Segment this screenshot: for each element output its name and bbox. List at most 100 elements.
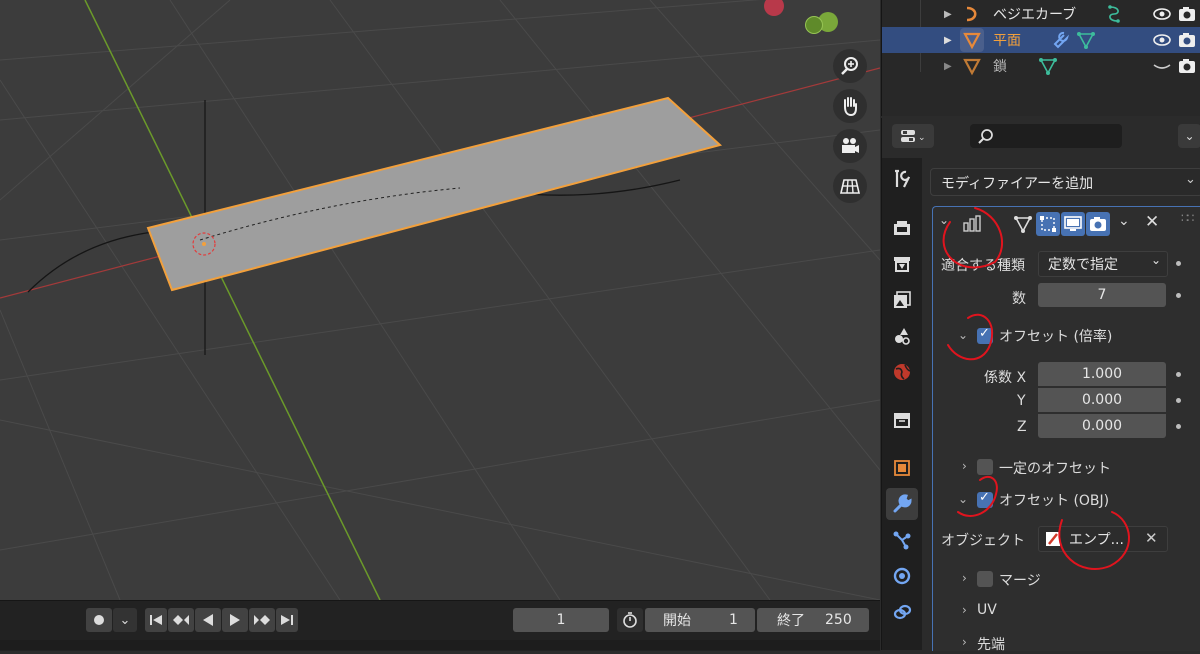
outliner-row-bezier[interactable]: ▶ ベジエカーブ: [882, 1, 1200, 27]
merge-checkbox[interactable]: [977, 571, 993, 587]
add-modifier-dropdown[interactable]: モディファイアーを追加 ⌄: [930, 168, 1200, 196]
record-icon: [94, 615, 104, 625]
constant-offset-checkbox[interactable]: [977, 459, 993, 475]
options-dropdown[interactable]: ⌄: [1178, 124, 1200, 148]
animate-property-dot[interactable]: [1176, 261, 1181, 266]
count-field[interactable]: 7: [1038, 283, 1166, 307]
end-frame-field[interactable]: 終了 250: [757, 608, 869, 632]
tab-particles[interactable]: [886, 524, 918, 556]
editor-type-button[interactable]: ⌄: [892, 124, 934, 148]
wrench-icon: [893, 494, 912, 513]
outliner-row-label: 平面: [993, 33, 1021, 49]
edit-mode-toggle[interactable]: [1011, 212, 1035, 236]
mesh-object-icon: [963, 32, 981, 50]
outliner-row-plane[interactable]: ▶ 平面: [882, 27, 1200, 53]
expand-chevron-icon[interactable]: ›: [962, 635, 967, 649]
3d-viewport[interactable]: [0, 0, 880, 600]
object-label: オブジェクト: [941, 533, 1025, 549]
next-keyframe-icon: [254, 615, 270, 625]
keying-dropdown[interactable]: ⌄: [113, 608, 137, 632]
camera-icon: [842, 138, 859, 153]
tab-view-layer[interactable]: [886, 284, 918, 316]
close-icon[interactable]: ✕: [1145, 212, 1159, 232]
expand-chevron-icon[interactable]: ⌄: [958, 492, 968, 506]
animate-property-dot[interactable]: [1176, 398, 1181, 403]
play-reverse-button[interactable]: [195, 608, 221, 632]
tab-physics[interactable]: [886, 560, 918, 592]
camera-view-tool[interactable]: [833, 129, 867, 163]
chevron-down-icon: ⌄: [1151, 253, 1162, 267]
expand-chevron-icon[interactable]: ›: [962, 459, 967, 473]
search-icon: [978, 129, 993, 144]
tab-collection[interactable]: [886, 404, 918, 436]
tool-icon: [895, 169, 911, 188]
record-button[interactable]: [86, 608, 112, 632]
properties-tab-bar: [882, 158, 922, 650]
current-frame-field[interactable]: 1: [513, 608, 609, 632]
animate-property-dot[interactable]: [1176, 424, 1181, 429]
expand-chevron-icon[interactable]: ⌄: [958, 328, 968, 342]
modifier-menu-chevron-icon[interactable]: ⌄: [1118, 213, 1130, 229]
properties-search-input[interactable]: [970, 124, 1122, 148]
tab-output[interactable]: [886, 248, 918, 280]
object-picker-field[interactable]: エンプ... ✕: [1038, 526, 1168, 552]
render-toggle[interactable]: [1086, 212, 1110, 236]
eye-icon[interactable]: [1153, 33, 1171, 47]
fit-type-dropdown[interactable]: 定数で指定 ⌄: [1038, 251, 1168, 277]
factor-y-field[interactable]: 0.000: [1038, 388, 1166, 412]
tab-object[interactable]: [886, 452, 918, 484]
start-frame-field[interactable]: 開始 1: [645, 608, 755, 632]
output-icon: [894, 257, 910, 272]
object-offset-checkbox[interactable]: ✓: [977, 490, 993, 508]
drag-handle-icon[interactable]: ∷∷: [1181, 211, 1194, 225]
tab-scene[interactable]: [886, 320, 918, 352]
physics-icon: [893, 567, 911, 585]
viewport-grid: [0, 0, 880, 600]
render-camera-icon[interactable]: [1178, 6, 1196, 22]
outliner-row-label: ベジエカーブ: [993, 7, 1077, 23]
collapse-chevron-icon[interactable]: ⌄: [939, 213, 949, 227]
expand-arrow-icon[interactable]: ▶: [944, 9, 952, 20]
viewport-display-toggle[interactable]: [1061, 212, 1085, 236]
tab-render[interactable]: [886, 212, 918, 244]
next-keyframe-button[interactable]: [249, 608, 275, 632]
zoom-tool[interactable]: [833, 49, 867, 83]
tab-tool[interactable]: [886, 163, 918, 195]
play-icon: [230, 614, 240, 626]
monitor-icon: [1064, 216, 1082, 231]
on-cage-toggle[interactable]: [1036, 212, 1060, 236]
tab-constraints[interactable]: [886, 596, 918, 628]
clear-object-icon[interactable]: ✕: [1145, 529, 1158, 547]
render-camera-icon[interactable]: [1178, 58, 1196, 74]
merge-label: マージ: [999, 573, 1041, 589]
tab-world[interactable]: [886, 356, 918, 388]
factor-z-field[interactable]: 0.000: [1038, 414, 1166, 438]
object-icon: [894, 460, 910, 476]
collection-icon: [894, 413, 910, 428]
factor-x-field[interactable]: 1.000: [1038, 362, 1166, 386]
relative-offset-checkbox[interactable]: ✓: [977, 326, 993, 344]
animate-property-dot[interactable]: [1176, 372, 1181, 377]
play-button[interactable]: [222, 608, 248, 632]
object-value: エンプ...: [1069, 532, 1124, 548]
expand-arrow-icon[interactable]: ▶: [944, 61, 952, 72]
edit-mode-icon: [1014, 216, 1032, 233]
render-camera-icon[interactable]: [1178, 32, 1196, 48]
eye-closed-icon[interactable]: [1153, 59, 1171, 73]
ortho-toggle-tool[interactable]: [833, 169, 867, 203]
frame-ruler[interactable]: [0, 640, 880, 650]
animate-property-dot[interactable]: [1176, 293, 1181, 298]
gizmo-z-dot[interactable]: [805, 16, 823, 34]
jump-start-button[interactable]: [145, 608, 167, 632]
outliner-row-chain[interactable]: ▶ 鎖: [882, 53, 1200, 79]
expand-chevron-icon[interactable]: ›: [962, 603, 967, 617]
tab-modifiers[interactable]: [886, 488, 918, 520]
expand-chevron-icon[interactable]: ›: [962, 571, 967, 585]
prev-keyframe-button[interactable]: [168, 608, 194, 632]
eye-icon[interactable]: [1153, 7, 1171, 21]
curve-data-icon: [1108, 5, 1120, 23]
pan-tool[interactable]: [833, 89, 867, 123]
expand-arrow-icon[interactable]: ▶: [944, 35, 952, 46]
jump-end-button[interactable]: [276, 608, 298, 632]
preview-range-button[interactable]: [617, 608, 643, 632]
